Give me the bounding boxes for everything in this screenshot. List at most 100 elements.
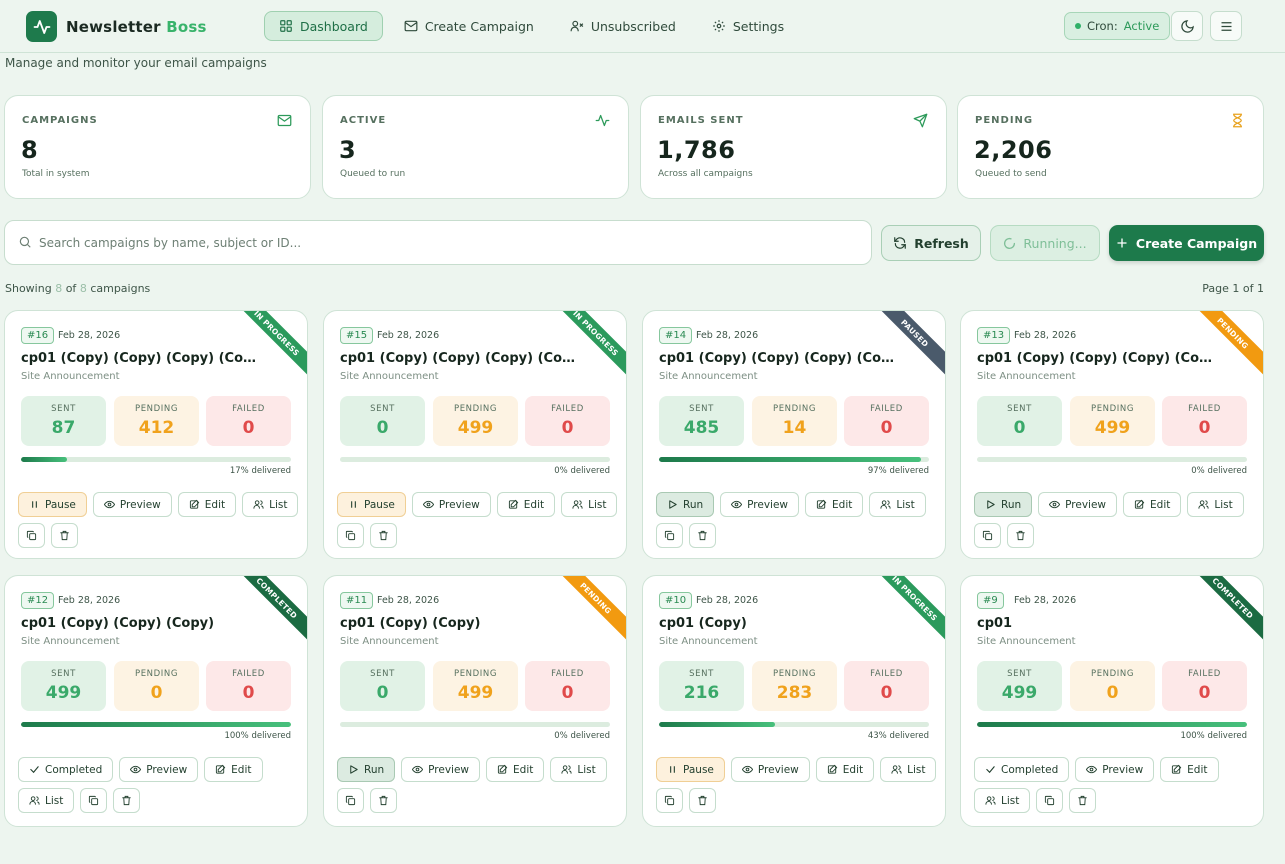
preview-button[interactable]: Preview bbox=[1075, 757, 1155, 782]
run-button[interactable]: Run bbox=[656, 492, 715, 517]
edit-button[interactable]: Edit bbox=[486, 757, 545, 782]
preview-button[interactable]: Preview bbox=[1038, 492, 1118, 517]
nav-settings[interactable]: Settings bbox=[697, 11, 799, 41]
edit-button[interactable]: Edit bbox=[496, 492, 556, 517]
preview-button[interactable]: Preview bbox=[401, 757, 481, 782]
run-button[interactable]: Run bbox=[337, 757, 396, 782]
preview-button[interactable]: Preview bbox=[730, 757, 810, 782]
campaign-title[interactable]: cp01 (Copy) (Copy) (Copy) (Cop... bbox=[340, 351, 576, 366]
delete-button[interactable] bbox=[1069, 788, 1097, 813]
campaign-title[interactable]: cp01 (Copy) (Copy) bbox=[340, 616, 576, 631]
duplicate-button[interactable] bbox=[18, 523, 45, 548]
campaign-id-badge: #15 bbox=[340, 327, 374, 344]
menu-button[interactable] bbox=[1210, 11, 1242, 41]
stat-value: 2,206 bbox=[974, 136, 1053, 164]
cron-status[interactable]: Cron: Active bbox=[1064, 12, 1171, 40]
delete-button[interactable] bbox=[689, 523, 716, 548]
list-button[interactable]: List bbox=[561, 492, 618, 517]
completed-button[interactable]: Completed bbox=[18, 757, 114, 782]
mail-icon bbox=[277, 114, 292, 127]
run-button[interactable]: Run bbox=[974, 492, 1033, 517]
duplicate-button[interactable] bbox=[337, 788, 364, 813]
campaign-type: Site Announcement bbox=[21, 371, 120, 382]
duplicate-button[interactable] bbox=[656, 523, 683, 548]
campaign-title[interactable]: cp01 (Copy) (Copy) (Copy) (Cop... bbox=[977, 351, 1213, 366]
delete-button[interactable] bbox=[689, 788, 716, 813]
list-button[interactable]: List bbox=[550, 757, 607, 782]
preview-button[interactable]: Preview bbox=[119, 757, 199, 782]
progress-fill bbox=[659, 722, 776, 727]
pause-button[interactable]: Pause bbox=[656, 757, 725, 782]
theme-toggle-button[interactable] bbox=[1171, 11, 1203, 41]
card-actions: Run Preview Edit List bbox=[656, 492, 941, 548]
edit-icon bbox=[816, 499, 827, 509]
delete-button[interactable] bbox=[370, 523, 397, 548]
list-button[interactable]: List bbox=[880, 757, 937, 782]
duplicate-button[interactable] bbox=[80, 788, 108, 813]
pause-button[interactable]: Pause bbox=[18, 492, 87, 517]
stat-emails-sent: EMAILS SENT 1,786 Across all campaigns bbox=[640, 95, 947, 199]
copy-icon bbox=[89, 795, 99, 806]
metric-value: 499 bbox=[45, 683, 82, 703]
refresh-button[interactable]: Refresh bbox=[881, 225, 981, 261]
duplicate-button[interactable] bbox=[974, 523, 1001, 548]
list-button[interactable]: List bbox=[1187, 492, 1244, 517]
delivered-percent: 100% delivered bbox=[1180, 731, 1247, 741]
duplicate-button[interactable] bbox=[656, 788, 683, 813]
edit-button[interactable]: Edit bbox=[815, 757, 875, 782]
nav-create-campaign[interactable]: Create Campaign bbox=[389, 11, 549, 41]
metric-value: 412 bbox=[138, 418, 175, 438]
campaign-date: Feb 28, 2026 bbox=[1014, 330, 1077, 341]
list-button[interactable]: List bbox=[18, 788, 75, 813]
progress-fill bbox=[21, 457, 67, 462]
metric-pending: PENDING 0 bbox=[1070, 661, 1155, 711]
delete-button[interactable] bbox=[51, 523, 78, 548]
campaign-card: IN PROGRESS #10 Feb 28, 2026 cp01 (Copy) Sit… bbox=[642, 575, 946, 827]
progress-bar bbox=[977, 722, 1247, 727]
edit-button[interactable]: Edit bbox=[1160, 757, 1219, 782]
nav-unsubscribed[interactable]: Unsubscribed bbox=[555, 11, 691, 41]
metric-value: 499 bbox=[457, 418, 494, 438]
campaign-title[interactable]: cp01 (Copy) (Copy) (Copy) (Cop... bbox=[21, 351, 257, 366]
create-campaign-button[interactable]: Create Campaign bbox=[1109, 225, 1264, 261]
campaign-id-badge: #13 bbox=[977, 327, 1011, 344]
page-info: Page 1 of 1 bbox=[1202, 282, 1264, 295]
completed-button[interactable]: Completed bbox=[974, 757, 1070, 782]
edit-button[interactable]: Edit bbox=[1123, 492, 1182, 517]
button-label: Edit bbox=[832, 498, 853, 511]
campaign-title[interactable]: cp01 (Copy) (Copy) (Copy) bbox=[21, 616, 257, 631]
campaign-title[interactable]: cp01 bbox=[977, 616, 1213, 631]
campaign-title[interactable]: cp01 (Copy) bbox=[659, 616, 895, 631]
delete-button[interactable] bbox=[113, 788, 141, 813]
preview-button[interactable]: Preview bbox=[720, 492, 800, 517]
metric-label: SENT bbox=[689, 404, 714, 414]
list-button[interactable]: List bbox=[242, 492, 299, 517]
pause-button[interactable]: Pause bbox=[337, 492, 406, 517]
preview-button[interactable]: Preview bbox=[411, 492, 491, 517]
eye-icon bbox=[422, 500, 434, 509]
campaign-title[interactable]: cp01 (Copy) (Copy) (Copy) (Cop... bbox=[659, 351, 895, 366]
metric-value: 0 bbox=[880, 418, 893, 438]
brand[interactable]: Newsletter Boss bbox=[26, 11, 207, 42]
edit-button[interactable]: Edit bbox=[204, 757, 263, 782]
edit-button[interactable]: Edit bbox=[805, 492, 864, 517]
delete-button[interactable] bbox=[370, 788, 397, 813]
users-icon bbox=[29, 796, 40, 805]
play-icon bbox=[669, 500, 677, 509]
metric-sent: SENT 0 bbox=[977, 396, 1062, 446]
duplicate-button[interactable] bbox=[1036, 788, 1064, 813]
preview-button[interactable]: Preview bbox=[92, 492, 172, 517]
duplicate-button[interactable] bbox=[337, 523, 364, 548]
metric-label: FAILED bbox=[870, 669, 903, 679]
users-icon bbox=[572, 500, 583, 509]
button-label: List bbox=[1001, 794, 1020, 807]
delete-button[interactable] bbox=[1007, 523, 1034, 548]
status-ribbon: COMPLETED bbox=[1184, 576, 1263, 647]
running-button[interactable]: Running... bbox=[990, 225, 1100, 261]
list-button[interactable]: List bbox=[869, 492, 926, 517]
edit-button[interactable]: Edit bbox=[177, 492, 237, 517]
list-button[interactable]: List bbox=[974, 788, 1031, 813]
search-input[interactable] bbox=[39, 233, 839, 253]
nav-dashboard[interactable]: Dashboard bbox=[264, 11, 383, 41]
create-label: Create Campaign bbox=[1135, 235, 1258, 251]
